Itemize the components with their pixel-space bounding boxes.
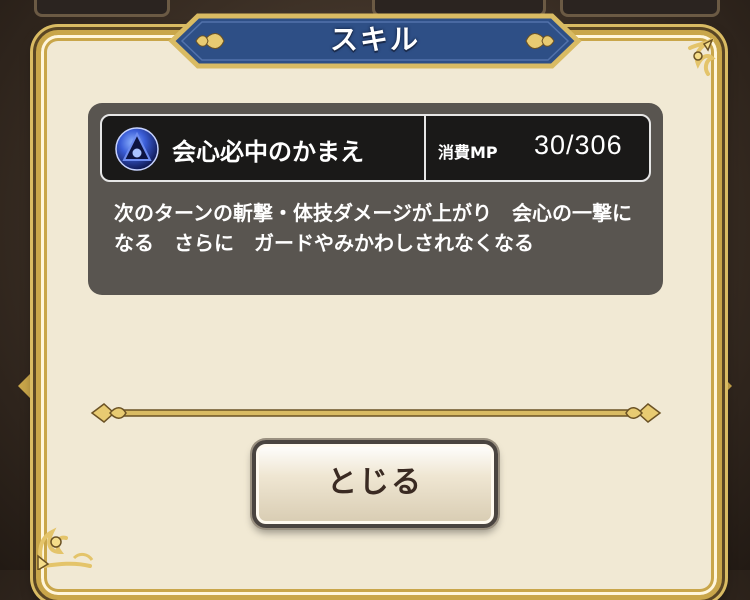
left-arrow-icon bbox=[18, 372, 32, 400]
ornamental-divider bbox=[90, 403, 662, 423]
background-tab-left bbox=[34, 0, 170, 17]
skill-header-divider bbox=[424, 116, 426, 180]
skill-description: 次のターンの斬撃・体技ダメージが上がり 会心の一撃になる さらに ガードやみかわ… bbox=[114, 201, 632, 255]
mp-cost-value: 30/306 bbox=[534, 130, 623, 160]
corner-ornament-icon bbox=[37, 527, 94, 570]
close-button-label: とじる bbox=[327, 465, 423, 500]
corner-ornament-icon bbox=[688, 38, 716, 76]
close-button[interactable]: とじる bbox=[252, 440, 498, 528]
skill-name: 会心必中のかまえ bbox=[172, 138, 364, 166]
blue-orb-skill-icon bbox=[115, 127, 159, 171]
background-tab-right bbox=[560, 0, 720, 17]
dialog-title: スキル bbox=[329, 23, 420, 56]
mp-cost-label: 消費MP bbox=[438, 143, 498, 162]
